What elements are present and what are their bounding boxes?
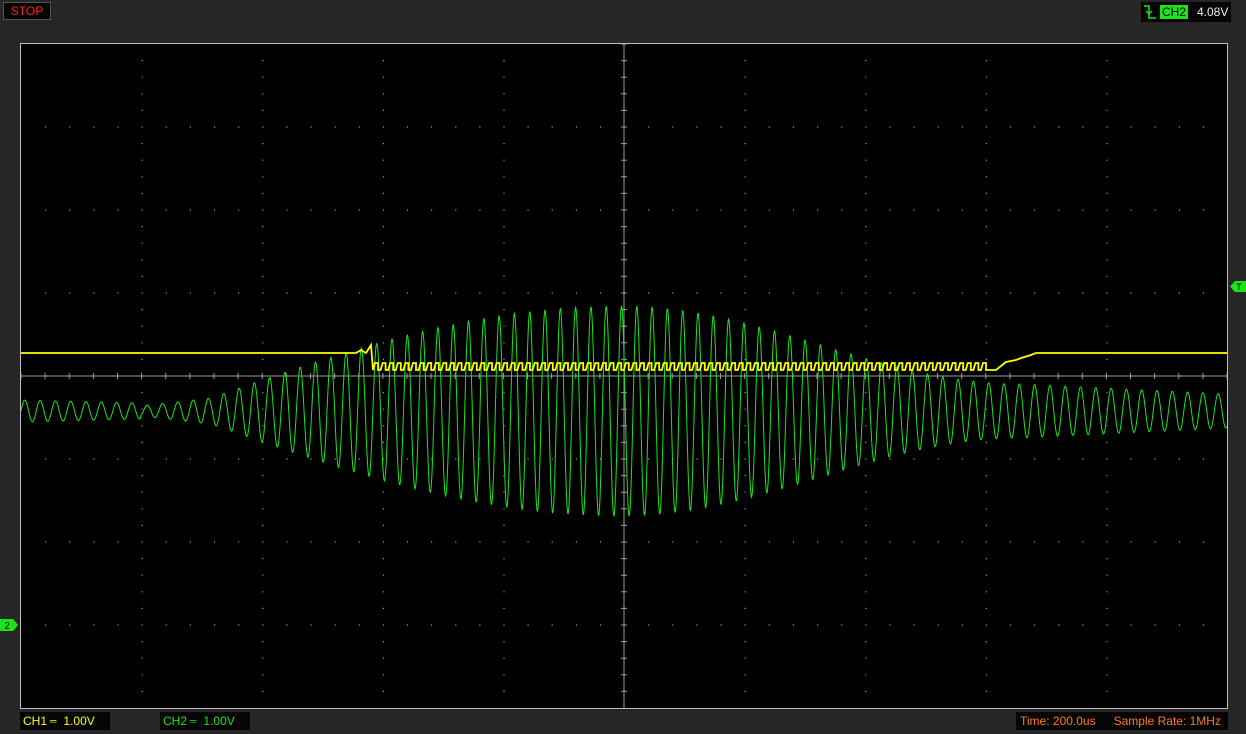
trigger-info[interactable]: CH2 4.08V xyxy=(1141,2,1231,22)
run-stop-button[interactable]: STOP xyxy=(3,2,51,20)
waveform-display[interactable] xyxy=(20,43,1228,709)
trigger-channel: CH2 xyxy=(1160,5,1189,19)
trigger-level: 4.08V xyxy=(1197,5,1229,19)
dc-coupling-icon: ═ xyxy=(190,716,196,726)
trigger-level-marker[interactable]: T xyxy=(1230,281,1246,292)
timebase-label: Time: 200.0us xyxy=(1020,714,1096,728)
falling-edge-icon xyxy=(1144,5,1156,19)
bottom-status-bar: CH1 ═ 1.00V CH2 ═ 1.00V Time: 200.0us Sample … xyxy=(0,710,1246,734)
sample-rate-label: Sample Rate: 1MHz xyxy=(1113,714,1221,728)
ch1-label: CH1 xyxy=(23,714,48,728)
ch2-scale: 1.00V xyxy=(203,714,235,728)
acquisition-info[interactable]: Time: 200.0us Sample Rate: 1MHz xyxy=(1016,712,1228,730)
dc-coupling-icon: ═ xyxy=(50,716,56,726)
ch2-marker-label: 2 xyxy=(4,621,10,631)
ch1-scale-box[interactable]: CH1 ═ 1.00V xyxy=(20,712,110,730)
ch2-scale-box[interactable]: CH2 ═ 1.00V xyxy=(160,712,250,730)
ch2-ground-marker[interactable]: 2 xyxy=(0,619,18,631)
scope-grid xyxy=(21,44,1227,708)
trigger-marker-label: T xyxy=(1236,282,1242,292)
ch1-scale: 1.00V xyxy=(63,714,95,728)
top-status-bar: STOP CH2 4.08V xyxy=(0,0,1246,24)
ch2-label: CH2 xyxy=(163,714,188,728)
